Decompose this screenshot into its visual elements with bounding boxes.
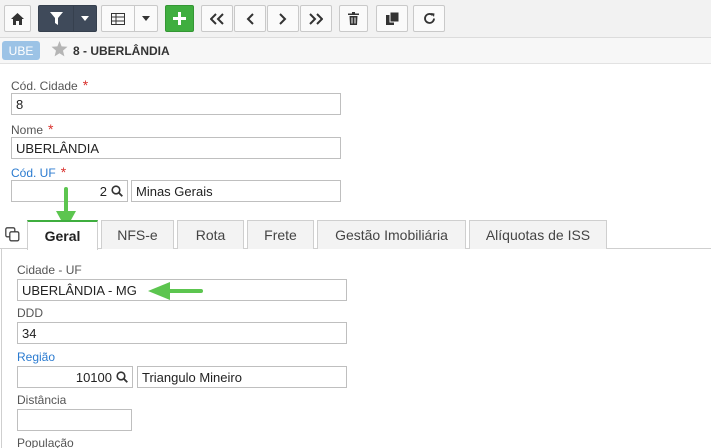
filter-icon xyxy=(49,12,63,25)
tab-geral[interactable]: Geral xyxy=(27,220,98,250)
regiao-code-value: 10100 xyxy=(75,370,112,385)
record-badge: UBE xyxy=(2,41,40,60)
regiao-code-field[interactable]: 10100 xyxy=(17,366,133,388)
caret-down-icon xyxy=(142,16,150,21)
plus-icon xyxy=(173,12,186,25)
duplicate-button[interactable] xyxy=(376,5,408,32)
refresh-button[interactable] xyxy=(413,5,445,32)
double-chevron-right-icon xyxy=(309,12,323,25)
cod-uf-label[interactable]: Cód. UF * xyxy=(11,164,66,180)
required-mark: * xyxy=(48,121,54,137)
search-icon[interactable] xyxy=(116,371,128,383)
add-button[interactable] xyxy=(165,5,194,32)
grid-icon xyxy=(111,12,125,25)
record-titlebar: UBE 8 - UBERLÂNDIA xyxy=(0,38,711,64)
next-record-button[interactable] xyxy=(267,5,299,32)
tab-nfse[interactable]: NFS-e xyxy=(101,220,174,249)
required-mark: * xyxy=(60,164,67,180)
nome-field[interactable]: UBERLÂNDIA xyxy=(11,137,341,159)
caret-down-icon xyxy=(81,16,89,21)
home-button[interactable] xyxy=(4,5,31,32)
double-chevron-left-icon xyxy=(210,12,224,25)
populacao-label: População xyxy=(17,436,74,448)
chevron-left-icon xyxy=(246,12,254,25)
cod-cidade-label: Cód. Cidade * xyxy=(11,77,89,93)
cod-cidade-field[interactable]: 8 xyxy=(11,93,341,115)
uf-name-field: Minas Gerais xyxy=(131,180,341,202)
nome-label: Nome * xyxy=(11,121,54,137)
tab-aliquotas-iss[interactable]: Alíquotas de ISS xyxy=(469,220,607,249)
toolbar xyxy=(0,0,711,38)
ddd-field[interactable]: 34 xyxy=(17,322,347,344)
home-icon xyxy=(11,12,24,25)
cod-uf-value: 2 xyxy=(99,184,107,199)
filter-dropdown-button[interactable] xyxy=(73,5,97,32)
ddd-label: DDD xyxy=(17,306,43,320)
distancia-field[interactable] xyxy=(17,409,132,431)
distancia-label: Distância xyxy=(17,393,67,407)
search-icon[interactable] xyxy=(111,185,123,197)
tab-rota[interactable]: Rota xyxy=(177,220,244,249)
delete-button[interactable] xyxy=(339,5,368,32)
refresh-icon xyxy=(423,13,435,24)
regiao-label[interactable]: Região xyxy=(17,350,55,364)
copy-record-icon xyxy=(385,12,399,25)
grid-button[interactable] xyxy=(101,5,135,32)
copy-icon[interactable] xyxy=(5,227,20,242)
tab-frete[interactable]: Frete xyxy=(247,220,314,249)
trash-icon xyxy=(348,12,359,25)
arrow-left-icon xyxy=(148,282,203,300)
required-mark: * xyxy=(82,77,89,93)
record-title: 8 - UBERLÂNDIA xyxy=(73,44,170,58)
previous-record-button[interactable] xyxy=(234,5,266,32)
cidade-uf-label: Cidade - UF xyxy=(17,263,82,277)
chevron-right-icon xyxy=(279,12,287,25)
tab-gestao-imobiliaria[interactable]: Gestão Imobiliária xyxy=(317,220,466,249)
last-record-button[interactable] xyxy=(300,5,332,32)
filter-button[interactable] xyxy=(38,5,74,32)
grid-dropdown-button[interactable] xyxy=(134,5,158,32)
star-icon[interactable] xyxy=(51,41,68,57)
first-record-button[interactable] xyxy=(201,5,233,32)
regiao-name-field: Triangulo Mineiro xyxy=(137,366,347,388)
